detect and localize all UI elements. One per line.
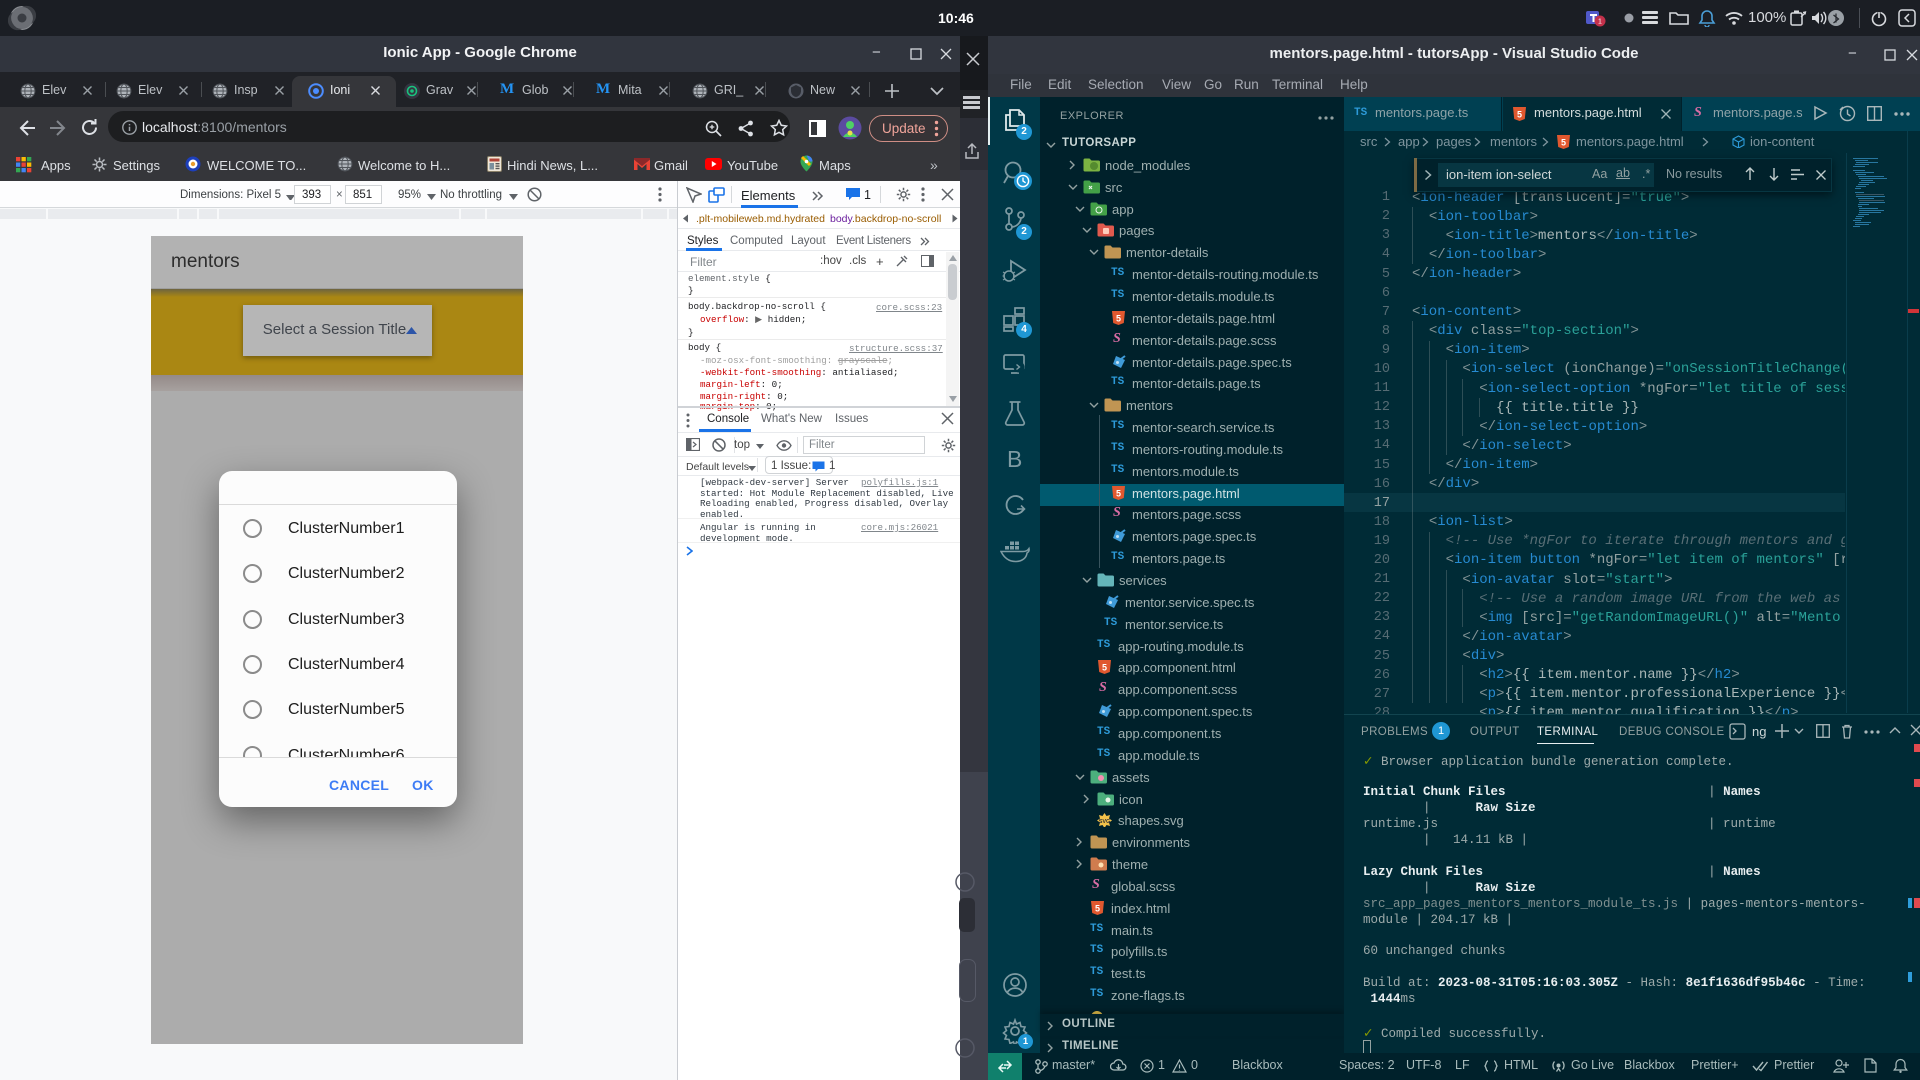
svg-text:5: 5 [1116,488,1121,498]
svg-text:5: 5 [1095,903,1100,913]
svg-text:1: 1 [1598,19,1602,26]
svg-text:SVG: SVG [1099,819,1111,825]
svg-text:5: 5 [1116,313,1121,323]
svg-text:5: 5 [1561,138,1566,148]
svg-text:5: 5 [1517,110,1522,120]
svg-text:5: 5 [1102,663,1107,673]
